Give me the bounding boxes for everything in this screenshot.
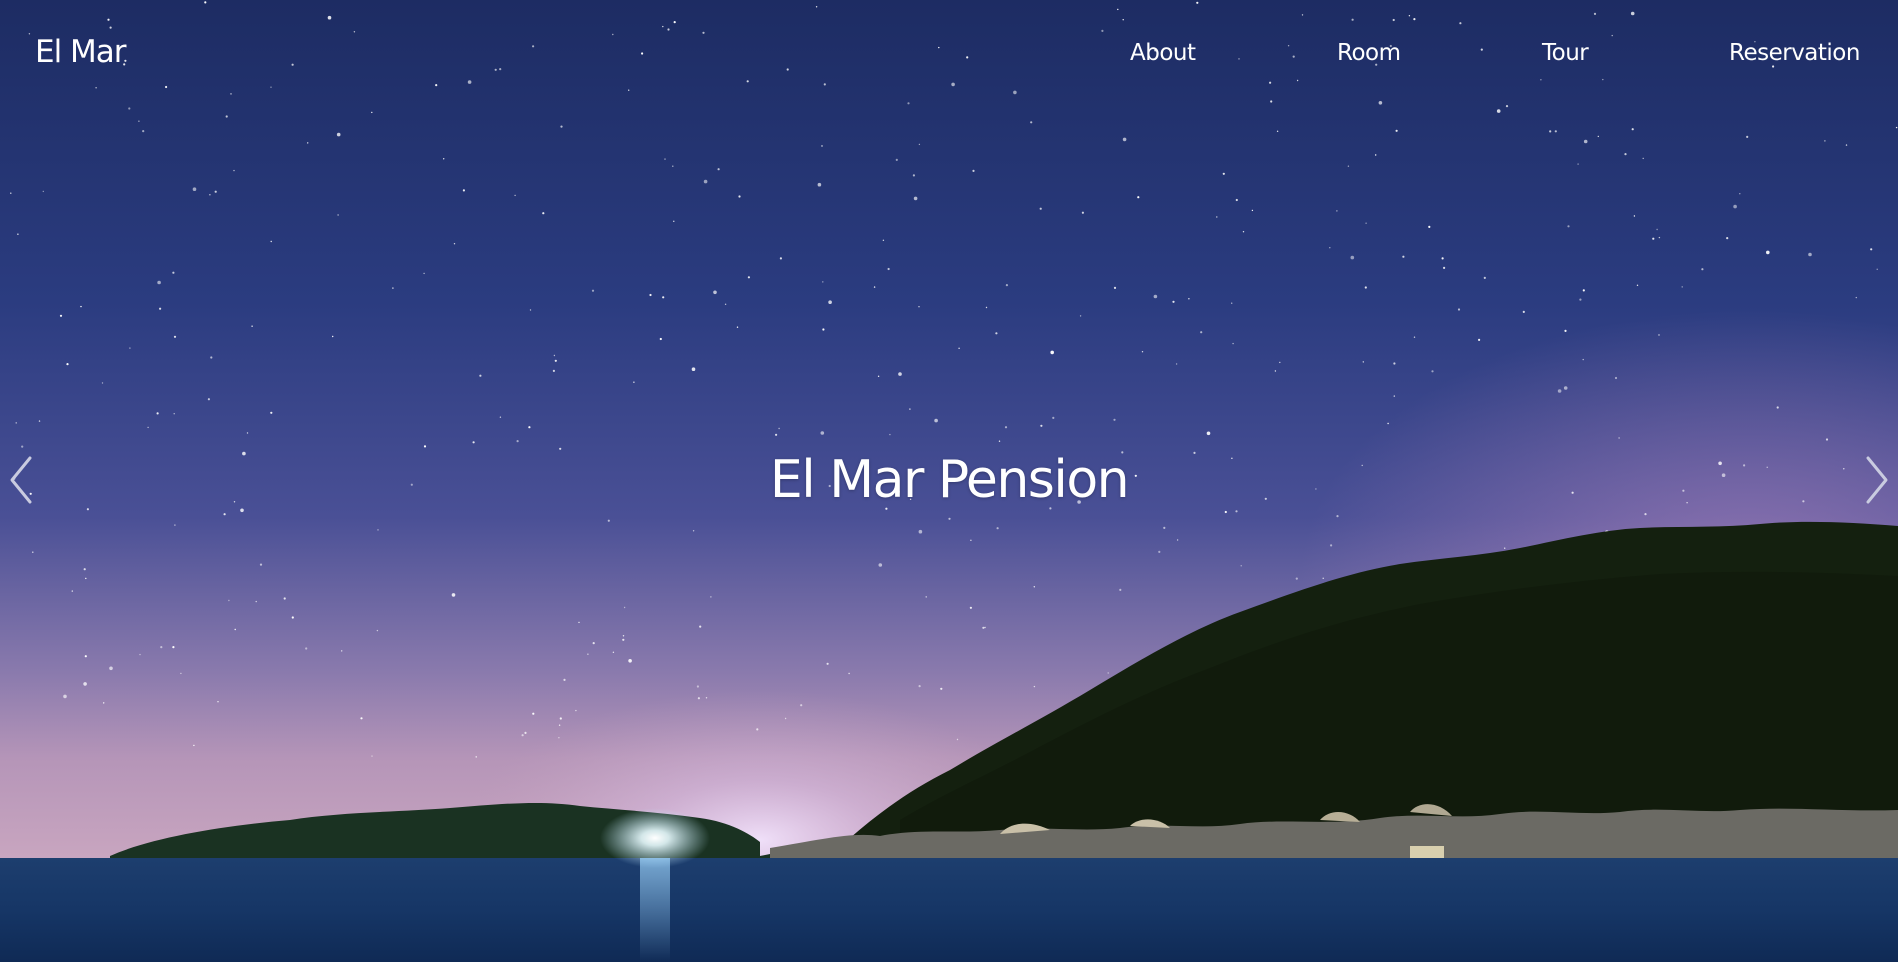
top-navigation: El Mar About Room Tour Reservation: [0, 0, 1898, 110]
nav-link-tour[interactable]: Tour: [1542, 40, 1589, 66]
site-logo[interactable]: El Mar: [35, 34, 127, 70]
hero-title: El Mar Pension: [769, 450, 1130, 510]
nav-link-reservation[interactable]: Reservation: [1729, 40, 1860, 66]
nav-link-room[interactable]: Room: [1337, 40, 1401, 66]
chevron-left-icon: [10, 456, 32, 504]
chevron-right-icon: [1866, 456, 1888, 504]
hero-section: El Mar About Room Tour Reservation El Ma…: [0, 0, 1898, 962]
nav-link-about[interactable]: About: [1130, 40, 1196, 66]
carousel-next-button[interactable]: [1856, 450, 1896, 510]
carousel-prev-button[interactable]: [2, 450, 42, 510]
